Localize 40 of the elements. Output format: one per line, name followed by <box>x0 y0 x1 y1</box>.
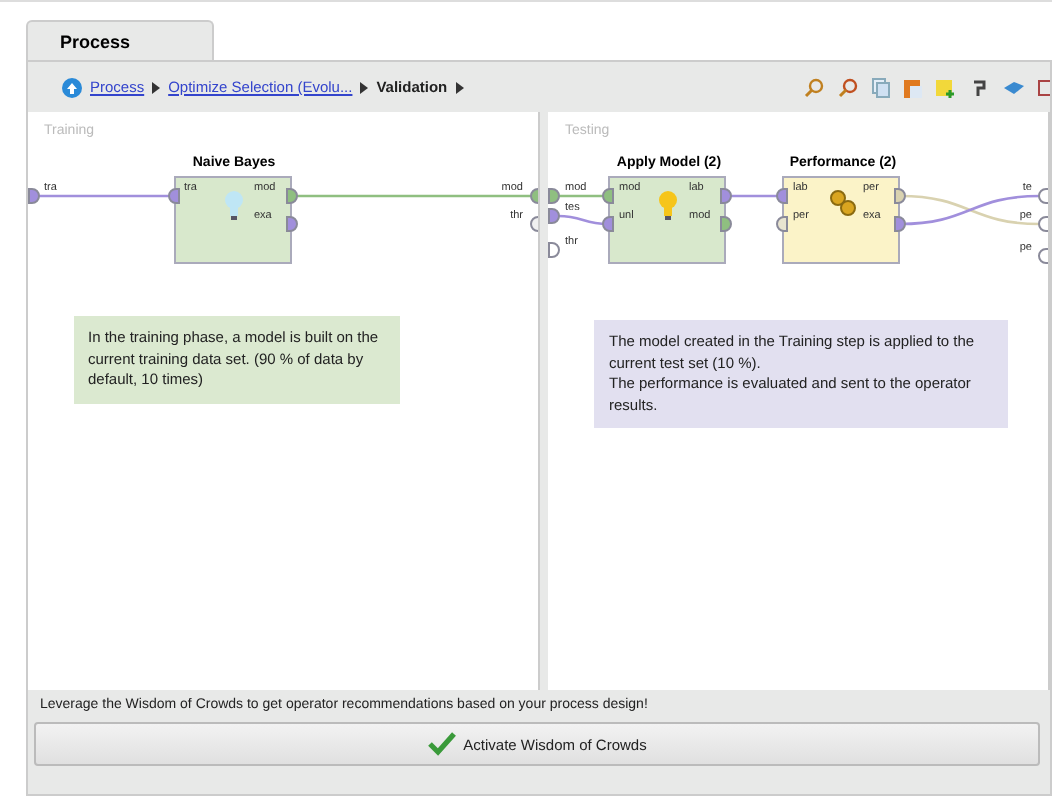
port[interactable] <box>168 188 180 204</box>
port[interactable] <box>548 208 561 224</box>
copy-icon[interactable] <box>872 77 890 97</box>
port[interactable] <box>776 188 789 204</box>
port[interactable] <box>776 216 789 232</box>
port[interactable] <box>894 216 907 232</box>
port[interactable] <box>720 216 733 232</box>
arrow-icon <box>152 81 161 93</box>
port[interactable] <box>1038 248 1048 264</box>
check-icon <box>427 732 456 756</box>
port[interactable] <box>548 242 561 258</box>
port[interactable] <box>530 188 539 204</box>
port[interactable] <box>548 188 561 204</box>
port[interactable] <box>286 188 298 204</box>
gears-icon <box>830 190 857 216</box>
crossing-connection-lines <box>900 194 1041 226</box>
port[interactable] <box>894 188 907 204</box>
lightbulb-icon <box>658 190 679 222</box>
arrow-icon <box>360 81 369 93</box>
lightbulb-icon <box>224 190 244 222</box>
port[interactable] <box>286 216 298 232</box>
add-note-icon[interactable] <box>936 77 956 97</box>
zoom-out-icon[interactable] <box>838 77 858 97</box>
process-tab[interactable]: Process <box>26 20 214 60</box>
port[interactable] <box>602 216 615 232</box>
port[interactable] <box>602 188 615 204</box>
port[interactable] <box>28 188 40 204</box>
operator-box[interactable] <box>608 176 727 264</box>
operator-box[interactable] <box>174 176 292 264</box>
arrow-icon <box>455 81 464 93</box>
operator-box[interactable] <box>782 176 901 264</box>
paste-icon[interactable] <box>904 77 922 97</box>
port[interactable] <box>1038 188 1048 204</box>
port[interactable] <box>1038 216 1048 232</box>
up-icon[interactable] <box>62 77 82 97</box>
connection-line <box>38 194 174 198</box>
port[interactable] <box>530 216 539 232</box>
layers-icon[interactable] <box>1004 77 1024 97</box>
zoom-in-icon[interactable] <box>804 77 824 97</box>
port[interactable] <box>720 188 733 204</box>
